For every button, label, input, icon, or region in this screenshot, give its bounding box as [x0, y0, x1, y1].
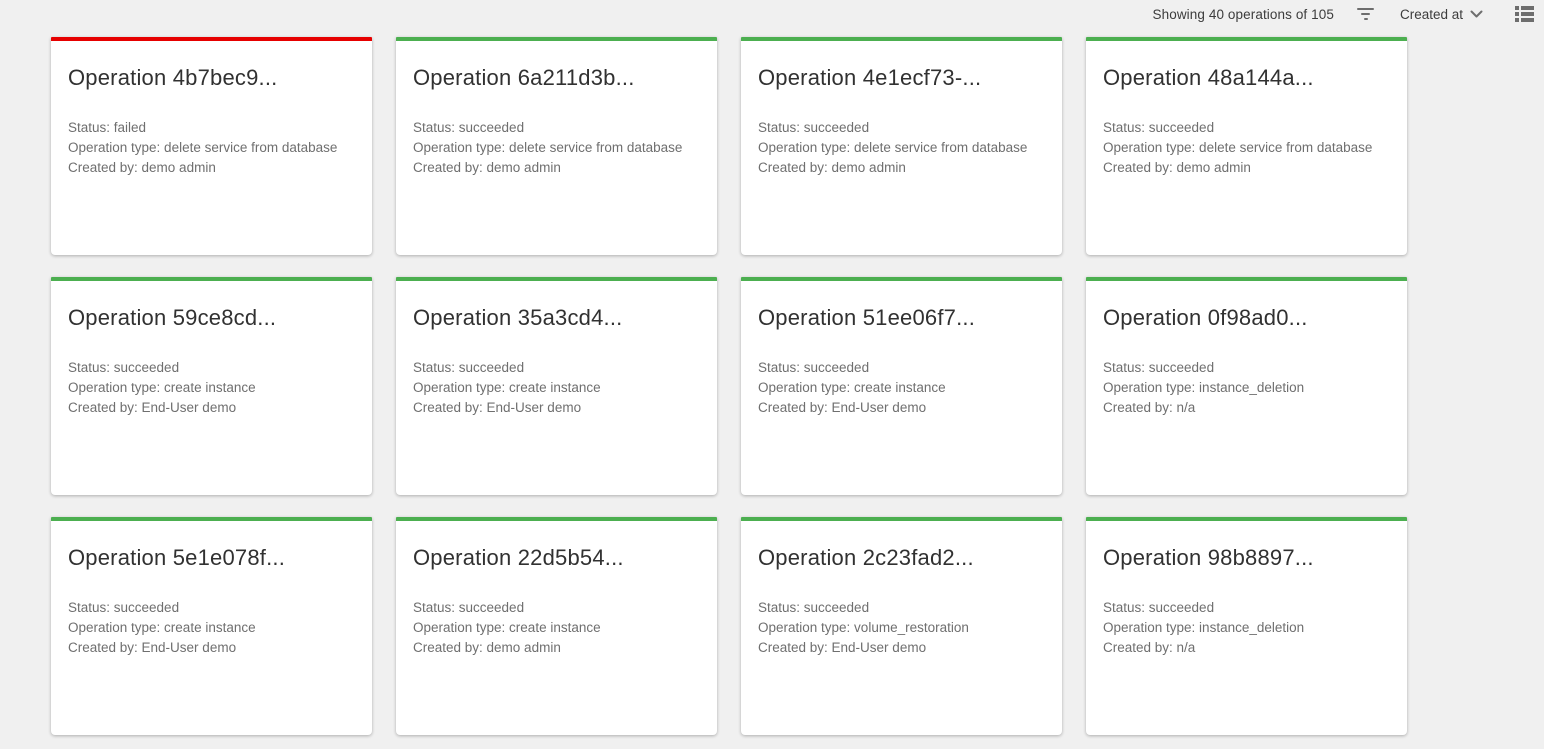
operation-card[interactable]: Operation 51ee06f7... Status: succeeded …	[741, 277, 1062, 495]
operation-type: Operation type: create instance	[758, 378, 1045, 398]
operation-type: Operation type: delete service from data…	[413, 138, 700, 158]
operation-title: Operation 4b7bec9...	[68, 65, 355, 91]
operation-created-by: Created by: End-User demo	[413, 398, 700, 418]
operation-title: Operation 59ce8cd...	[68, 305, 355, 331]
operation-type: Operation type: delete service from data…	[758, 138, 1045, 158]
operation-title: Operation 35a3cd4...	[413, 305, 700, 331]
operation-created-by: Created by: End-User demo	[758, 638, 1045, 658]
operation-title: Operation 6a211d3b...	[413, 65, 700, 91]
operations-grid: Operation 4b7bec9... Status: failed Oper…	[51, 37, 1544, 735]
operation-title: Operation 22d5b54...	[413, 545, 700, 571]
toolbar: Showing 40 operations of 105 Created at	[0, 0, 1544, 28]
operation-created-by: Created by: demo admin	[413, 158, 700, 178]
sort-dropdown[interactable]: Created at	[1400, 7, 1483, 22]
operation-status: Status: succeeded	[1103, 118, 1390, 138]
operation-title: Operation 48a144a...	[1103, 65, 1390, 91]
operation-status: Status: succeeded	[68, 358, 355, 378]
operation-created-by: Created by: demo admin	[1103, 158, 1390, 178]
sort-label: Created at	[1400, 7, 1463, 22]
operation-created-by: Created by: demo admin	[413, 638, 700, 658]
operation-status: Status: succeeded	[413, 118, 700, 138]
operation-card[interactable]: Operation 59ce8cd... Status: succeeded O…	[51, 277, 372, 495]
operation-type: Operation type: create instance	[413, 378, 700, 398]
operation-card[interactable]: Operation 48a144a... Status: succeeded O…	[1086, 37, 1407, 255]
operation-status: Status: succeeded	[758, 598, 1045, 618]
operation-type: Operation type: volume_restoration	[758, 618, 1045, 638]
operation-created-by: Created by: End-User demo	[68, 398, 355, 418]
operation-card[interactable]: Operation 22d5b54... Status: succeeded O…	[396, 517, 717, 735]
operation-card[interactable]: Operation 35a3cd4... Status: succeeded O…	[396, 277, 717, 495]
chevron-down-icon	[1470, 10, 1483, 18]
operation-status: Status: succeeded	[758, 358, 1045, 378]
operation-status: Status: succeeded	[413, 358, 700, 378]
operation-created-by: Created by: n/a	[1103, 638, 1390, 658]
operation-status: Status: succeeded	[68, 598, 355, 618]
operation-type: Operation type: create instance	[68, 378, 355, 398]
filter-icon[interactable]	[1356, 6, 1376, 22]
operation-type: Operation type: create instance	[68, 618, 355, 638]
operation-status: Status: succeeded	[1103, 598, 1390, 618]
operation-card[interactable]: Operation 2c23fad2... Status: succeeded …	[741, 517, 1062, 735]
operation-status: Status: succeeded	[1103, 358, 1390, 378]
operation-title: Operation 51ee06f7...	[758, 305, 1045, 331]
operation-card[interactable]: Operation 4e1ecf73-... Status: succeeded…	[741, 37, 1062, 255]
operation-type: Operation type: create instance	[413, 618, 700, 638]
operation-created-by: Created by: demo admin	[758, 158, 1045, 178]
operation-status: Status: failed	[68, 118, 355, 138]
list-view-icon[interactable]	[1515, 6, 1534, 22]
operation-card[interactable]: Operation 6a211d3b... Status: succeeded …	[396, 37, 717, 255]
operation-created-by: Created by: End-User demo	[758, 398, 1045, 418]
results-count: Showing 40 operations of 105	[1153, 7, 1334, 22]
operation-status: Status: succeeded	[413, 598, 700, 618]
operation-title: Operation 2c23fad2...	[758, 545, 1045, 571]
operation-card[interactable]: Operation 98b8897... Status: succeeded O…	[1086, 517, 1407, 735]
operation-type: Operation type: delete service from data…	[68, 138, 355, 158]
operation-type: Operation type: instance_deletion	[1103, 378, 1390, 398]
operation-title: Operation 0f98ad0...	[1103, 305, 1390, 331]
operation-title: Operation 4e1ecf73-...	[758, 65, 1045, 91]
operation-status: Status: succeeded	[758, 118, 1045, 138]
operation-created-by: Created by: demo admin	[68, 158, 355, 178]
operation-type: Operation type: instance_deletion	[1103, 618, 1390, 638]
operation-created-by: Created by: End-User demo	[68, 638, 355, 658]
operation-title: Operation 98b8897...	[1103, 545, 1390, 571]
operation-card[interactable]: Operation 5e1e078f... Status: succeeded …	[51, 517, 372, 735]
operation-created-by: Created by: n/a	[1103, 398, 1390, 418]
operation-card[interactable]: Operation 0f98ad0... Status: succeeded O…	[1086, 277, 1407, 495]
operation-title: Operation 5e1e078f...	[68, 545, 355, 571]
operation-type: Operation type: delete service from data…	[1103, 138, 1390, 158]
operation-card[interactable]: Operation 4b7bec9... Status: failed Oper…	[51, 37, 372, 255]
